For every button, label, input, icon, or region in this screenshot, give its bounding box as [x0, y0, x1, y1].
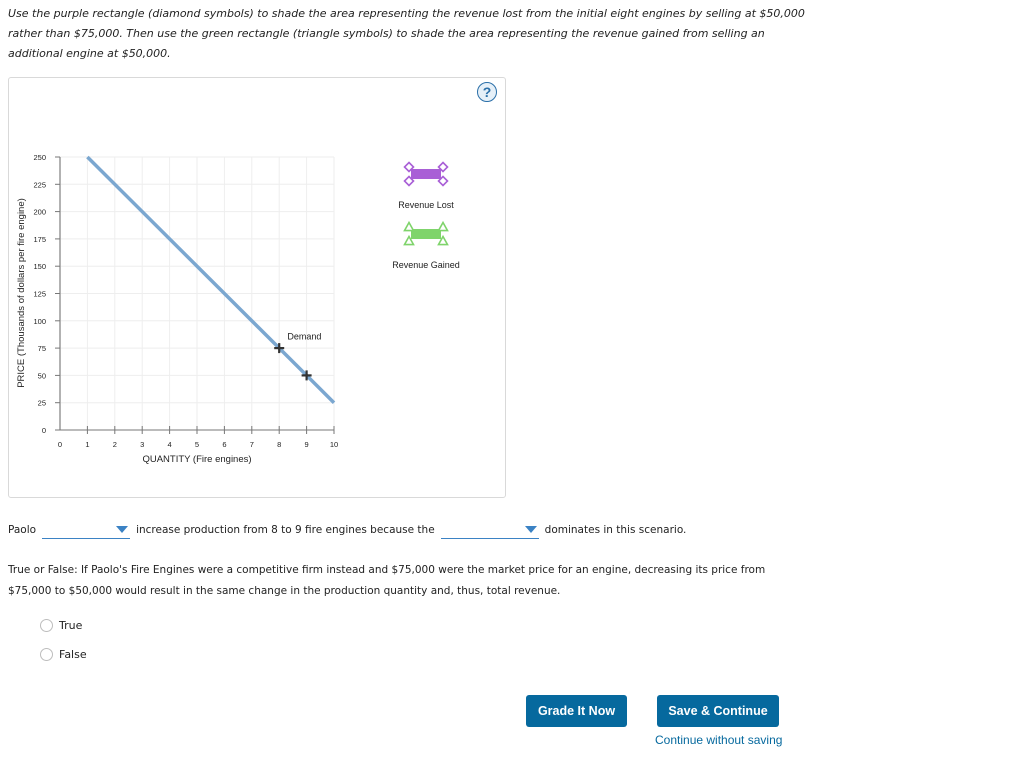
y-tick-label: 0 — [42, 426, 46, 435]
x-tick-label: 5 — [195, 440, 199, 449]
demand-chart: 0 25 50 75 100 125 150 175 200 225 250 0 1 2 3 4 5 6 7 8 9 10… — [16, 153, 460, 465]
effect-dropdown[interactable] — [440, 521, 539, 539]
y-tick-label: 100 — [33, 317, 46, 326]
revenue-lost-tool[interactable] — [403, 161, 449, 187]
y-tick-label: 25 — [38, 399, 46, 408]
x-tick-label: 10 — [330, 440, 338, 449]
y-tick-label: 125 — [33, 290, 46, 299]
chevron-down-icon — [524, 526, 537, 533]
y-tick-label: 175 — [33, 235, 46, 244]
y-tick-label: 200 — [33, 208, 46, 217]
demand-curve-label: Demand — [287, 331, 321, 341]
fill-in-sentence: Paolo increase production from 8 to 9 fi… — [8, 520, 686, 540]
x-tick-label: 8 — [277, 440, 281, 449]
radio-true[interactable]: True — [40, 619, 82, 632]
y-tick-label: 150 — [33, 262, 46, 271]
triangle-symbol-icon — [437, 220, 449, 232]
legend-label: Revenue Lost — [398, 200, 454, 210]
legend-swatch — [411, 169, 441, 179]
triangle-symbol-icon — [403, 220, 415, 232]
y-tick-label: 50 — [38, 371, 46, 380]
true-false-question: True or False: If Paolo's Fire Engines w… — [8, 564, 766, 597]
x-tick-label: 0 — [58, 440, 62, 449]
revenue-gained-tool[interactable] — [403, 220, 449, 246]
series-layer: Demand — [86, 155, 336, 404]
x-tick-label: 2 — [113, 440, 117, 449]
legend-swatch — [411, 229, 441, 239]
radio-label: False — [59, 648, 87, 661]
demand-curve — [86, 155, 336, 404]
x-tick-label: 7 — [250, 440, 254, 449]
y-axis-label: PRICE (Thousands of dollars per fire eng… — [16, 198, 27, 388]
radio-button[interactable] — [40, 648, 53, 661]
action-dropdown[interactable] — [42, 521, 131, 539]
continue-without-saving-link[interactable]: Continue without saving — [655, 733, 782, 747]
save-continue-button[interactable]: Save & Continue — [657, 695, 779, 727]
radio-label: True — [59, 619, 83, 632]
y-tick-label: 225 — [33, 180, 46, 189]
y-tick-label: 250 — [33, 153, 46, 162]
x-axis-label: QUANTITY (Fire engines) — [142, 454, 251, 465]
radio-false[interactable]: False — [40, 648, 87, 661]
legend: Revenue Lost Revenue Gained — [392, 161, 460, 270]
sentence-end: dominates in this scenario. — [544, 524, 687, 536]
axes: 0 25 50 75 100 125 150 175 200 225 250 0 1 2 3 4 5 6 7 8 9 10 — [33, 153, 338, 449]
x-tick-label: 6 — [222, 440, 226, 449]
y-tick-label: 75 — [38, 344, 46, 353]
sentence-subject: Paolo — [8, 524, 37, 536]
x-tick-label: 3 — [140, 440, 144, 449]
chevron-down-icon — [116, 526, 129, 533]
x-tick-label: 4 — [168, 440, 172, 449]
grid — [60, 156, 335, 430]
legend-label: Revenue Gained — [392, 260, 460, 270]
x-tick-label: 1 — [85, 440, 89, 449]
sentence-middle: increase production from 8 to 9 fire eng… — [136, 524, 435, 536]
grade-it-now-button[interactable]: Grade It Now — [526, 695, 627, 727]
radio-button[interactable] — [40, 619, 53, 632]
x-tick-label: 9 — [305, 440, 309, 449]
